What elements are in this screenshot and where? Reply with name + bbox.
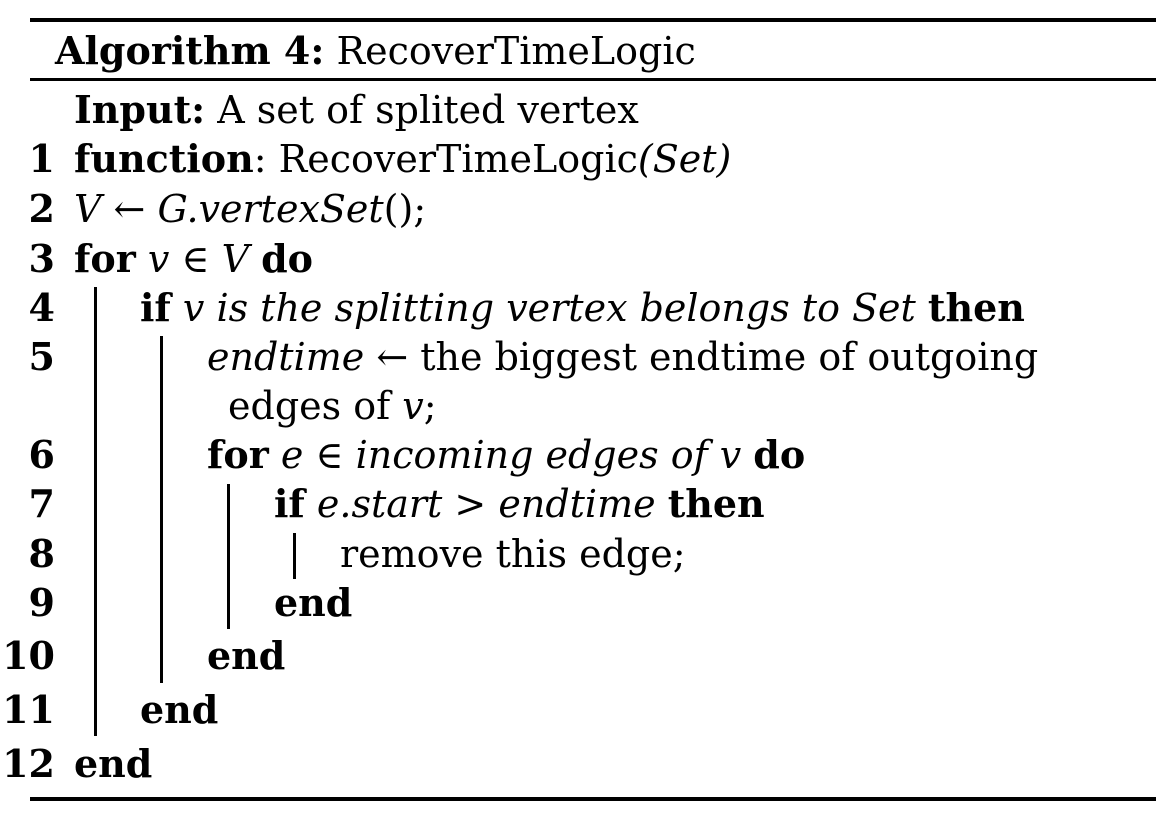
var-e: e — [280, 433, 304, 477]
top-rule — [30, 18, 1156, 22]
semicolon: ; — [423, 384, 437, 428]
line-number: 6 — [28, 432, 55, 477]
if-keyword: if — [274, 481, 305, 526]
code-line-5: endtime ← the biggest endtime of outgoin… — [207, 338, 1038, 376]
code-line-8: remove this edge; — [340, 535, 686, 573]
algorithm-label: Algorithm 4: — [55, 28, 325, 73]
code-line-1: function: RecoverTimeLogic(Set) — [74, 137, 732, 181]
code-line-3: for v ∈ V do — [74, 237, 313, 281]
line-number: 2 — [28, 186, 55, 231]
inner-if-block-bar — [293, 533, 296, 579]
end-keyword: end — [274, 580, 353, 625]
code-line-7: if e.start > endtime then — [274, 482, 765, 526]
colon: : — [253, 137, 267, 181]
bottom-rule — [30, 797, 1156, 801]
function-name: RecoverTimeLogic — [278, 137, 638, 181]
line-number: 9 — [28, 580, 55, 625]
code-line-10: end — [207, 637, 285, 675]
inner-for-block-bar — [227, 484, 230, 629]
if-keyword: if — [140, 285, 171, 330]
call-tail: (); — [383, 187, 427, 231]
cond-left: e.start — [316, 482, 443, 526]
remove-edge-text: remove this edge; — [340, 532, 686, 576]
line-number: 8 — [28, 531, 55, 576]
in-symbol: ∈ — [315, 433, 344, 477]
line-number: 4 — [28, 285, 55, 330]
code-line-5-cont: edges of v; — [228, 387, 437, 425]
input-text: A set of splited vertex — [217, 88, 639, 132]
then-keyword: then — [927, 285, 1025, 330]
line-number: 11 — [2, 687, 55, 732]
line-number: 10 — [2, 633, 55, 678]
loop-expr: incoming edges of v — [355, 433, 742, 477]
loop-expr: v ∈ V — [147, 237, 250, 281]
vertex-set-call: G.vertexSet — [157, 187, 384, 231]
code-line-9: end — [274, 584, 352, 622]
var-v: v — [402, 384, 424, 428]
line-number: 12 — [2, 741, 55, 786]
line-number: 5 — [28, 334, 55, 379]
if-condition: v is the splitting vertex belongs to Set — [182, 286, 916, 330]
var-V: V — [74, 187, 102, 231]
assign-arrow: ← — [376, 335, 409, 379]
if-block-bar — [160, 336, 163, 683]
function-args: (Set) — [637, 137, 732, 181]
line-number: 1 — [28, 136, 55, 181]
input-keyword: Input: — [74, 87, 206, 132]
code-line-11: end — [140, 691, 218, 729]
line-number: 3 — [28, 236, 55, 281]
end-keyword: end — [207, 633, 286, 678]
then-keyword: then — [667, 481, 765, 526]
code-line-6: for e ∈ incoming edges of v do — [207, 433, 805, 477]
code-line-4: if v is the splitting vertex belongs to … — [140, 286, 1025, 330]
assign-arrow: ← — [113, 187, 146, 231]
for-block-bar — [94, 287, 97, 736]
algorithm-caption: Algorithm 4: RecoverTimeLogic — [55, 29, 696, 73]
code-line-12: end — [74, 745, 152, 783]
cond-right: endtime — [498, 482, 656, 526]
line5-text-cont: edges of — [228, 384, 391, 428]
for-keyword: for — [207, 432, 269, 477]
do-keyword: do — [753, 432, 806, 477]
algorithm-name: RecoverTimeLogic — [336, 29, 696, 73]
line5-text: the biggest endtime of outgoing — [420, 335, 1039, 379]
function-keyword: function — [74, 136, 254, 181]
end-keyword: end — [74, 741, 153, 786]
do-keyword: do — [261, 236, 314, 281]
greater-than: > — [454, 482, 487, 526]
code-line-2: V ← G.vertexSet(); — [74, 190, 426, 228]
line-number: 7 — [28, 481, 55, 526]
header-rule — [30, 78, 1156, 81]
input-line: Input: A set of splited vertex — [74, 88, 639, 132]
end-keyword: end — [140, 687, 219, 732]
for-keyword: for — [74, 236, 136, 281]
var-endtime: endtime — [207, 335, 365, 379]
